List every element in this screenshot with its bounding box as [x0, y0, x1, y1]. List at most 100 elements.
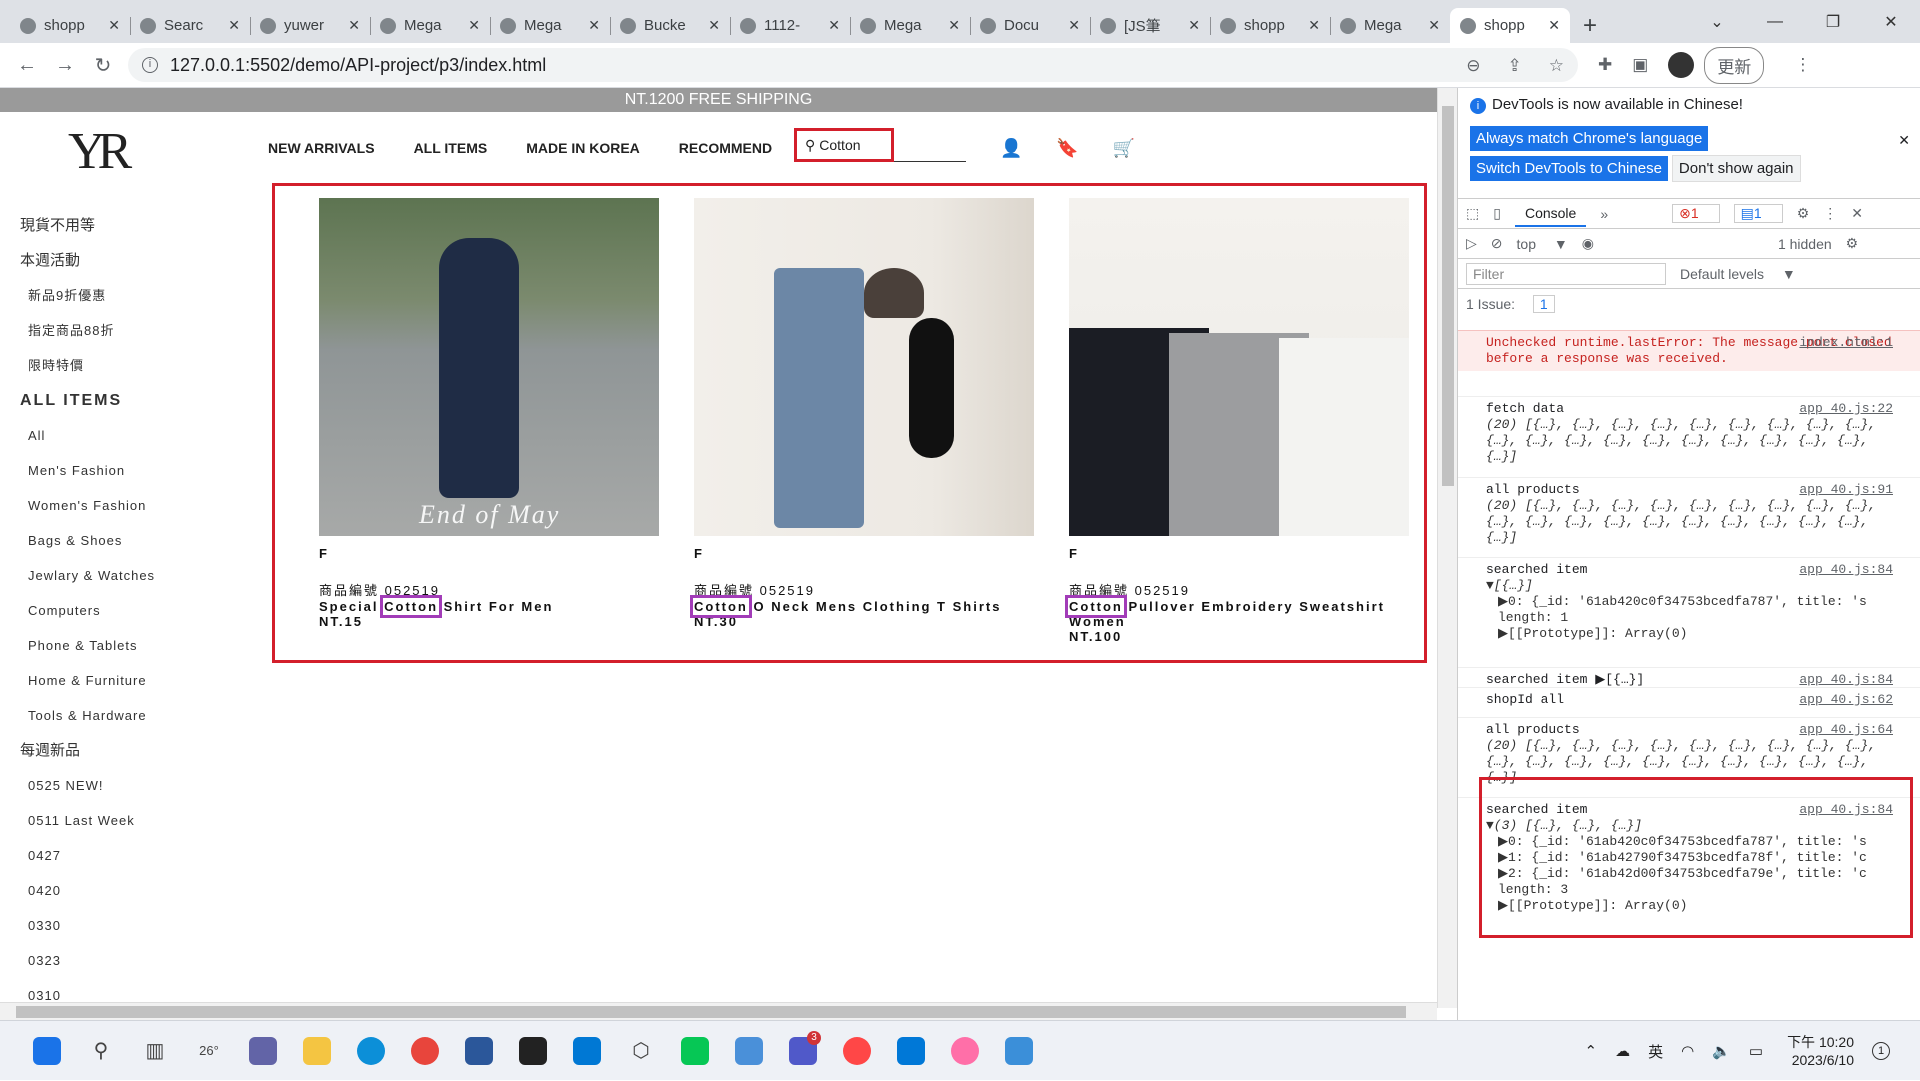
file-explorer-icon[interactable] — [293, 1027, 341, 1075]
restore-button[interactable]: ❐ — [1804, 0, 1862, 43]
browser-tab[interactable]: Mega ✕ — [850, 8, 970, 43]
extensions-icon[interactable]: ✚ — [1598, 55, 1612, 75]
tab-close-icon[interactable]: ✕ — [828, 17, 840, 34]
issues-label[interactable]: 1 Issue: 1 — [1466, 294, 1569, 313]
log-body[interactable]: (20) [{…}, {…}, {…}, {…}, {…}, {…}, {…},… — [1486, 498, 1897, 546]
browser-tab[interactable]: [JS筆 ✕ — [1090, 8, 1210, 43]
sidebar-item[interactable]: 指定商品88折 — [20, 313, 155, 348]
reload-icon[interactable]: ↻ — [84, 53, 122, 78]
log-body[interactable]: ▼[{…}] — [1486, 578, 1897, 594]
ea-icon[interactable] — [833, 1027, 881, 1075]
log-body[interactable]: (20) [{…}, {…}, {…}, {…}, {…}, {…}, {…},… — [1486, 417, 1897, 465]
tab-close-icon[interactable]: ✕ — [1428, 17, 1440, 34]
tray-chevron-icon[interactable]: ⌃ — [1585, 1042, 1598, 1060]
product-title[interactable]: Special Cotton Shirt For Men — [319, 595, 659, 618]
browser-tab[interactable]: shopp ✕ — [10, 8, 130, 43]
sidebar-item[interactable]: 0420 — [20, 873, 155, 908]
match-language-button[interactable]: Always match Chrome's language — [1470, 126, 1709, 151]
notification-badge[interactable]: 1 — [1872, 1042, 1890, 1060]
error-count-badge[interactable]: ⊗1 — [1672, 204, 1720, 223]
minimize-button[interactable]: — — [1746, 0, 1804, 43]
browser-tab[interactable]: Docu ✕ — [970, 8, 1090, 43]
sidebar-item[interactable]: 每週新品 — [20, 733, 155, 768]
wifi-icon[interactable]: ◠ — [1681, 1042, 1694, 1060]
log-source-link[interactable]: app_40.js:62 — [1799, 692, 1893, 708]
new-tab-button[interactable]: + — [1570, 8, 1610, 43]
log-entry[interactable]: ▶0: {_id: '61ab420c0f34753bcedfa787', ti… — [1486, 594, 1897, 610]
console-message[interactable]: fetch data app_40.js:22 (20) [{…}, {…}, {…… — [1458, 396, 1920, 469]
browser-tab[interactable]: yuwer ✕ — [250, 8, 370, 43]
browser-tab[interactable]: Mega ✕ — [490, 8, 610, 43]
close-devtools-icon[interactable]: ✕ — [1851, 205, 1863, 222]
search-taskbar-icon[interactable]: ⚲ — [77, 1027, 125, 1075]
sidebar-item[interactable]: Tools & Hardware — [20, 698, 155, 733]
context-select[interactable]: top ▼ — [1517, 236, 1568, 252]
console-message[interactable]: shopId all app_40.js:62 — [1458, 687, 1920, 712]
kebab-icon[interactable]: ⋮ — [1823, 205, 1837, 222]
mail-icon[interactable] — [563, 1027, 611, 1075]
product-title[interactable]: Cotton Pullover Embroidery Sweatshirt Wo… — [1065, 595, 1409, 629]
side-panel-icon[interactable]: ▣ — [1632, 55, 1648, 75]
nav-item[interactable]: RECOMMEND — [679, 140, 772, 156]
photos-icon[interactable] — [995, 1027, 1043, 1075]
sidebar-item[interactable]: 本週活動 — [20, 243, 155, 278]
sidebar-item[interactable]: 新品9折優惠 — [20, 278, 155, 313]
console-message[interactable]: searched item app_40.js:84 ▼[{…}] ▶0: {_id:… — [1458, 557, 1920, 646]
sidebar-item[interactable]: All — [20, 418, 155, 453]
product-card[interactable]: F 商品編號 052519 Cotton Pullover Embroidery S… — [1065, 198, 1409, 644]
word-icon[interactable] — [455, 1027, 503, 1075]
sidebar-item[interactable]: 限時特價 — [20, 348, 155, 383]
log-entry[interactable]: ▶[[Prototype]]: Array(0) — [1486, 626, 1897, 642]
console-message[interactable]: Unchecked runtime.lastError: The message… — [1458, 330, 1920, 371]
profile-avatar[interactable] — [1668, 52, 1695, 78]
sidebar-item[interactable]: Jewlary & Watches — [20, 558, 155, 593]
chrome-icon[interactable] — [401, 1027, 449, 1075]
product-card[interactable]: End of May F 商品編號 052519 Special Cotton Shi… — [319, 198, 659, 629]
tab-console[interactable]: Console — [1514, 201, 1587, 227]
dont-show-button[interactable]: Don't show again — [1671, 155, 1801, 182]
tab-close-icon[interactable]: ✕ — [468, 17, 480, 34]
teams-icon[interactable]: 3 — [779, 1027, 827, 1075]
browser-tab[interactable]: 1112- ✕ — [730, 8, 850, 43]
log-source-link[interactable]: app_40.js:91 — [1799, 482, 1893, 498]
sidebar-item[interactable]: 0330 — [20, 908, 155, 943]
device-toggle-icon[interactable]: ▯ — [1493, 205, 1501, 222]
info-count-badge[interactable]: ▤1 — [1733, 204, 1783, 223]
vscode-icon[interactable] — [887, 1027, 935, 1075]
sidebar-item[interactable]: 現貨不用等 — [20, 208, 155, 243]
levels-select[interactable]: Default levels ▼ — [1680, 266, 1796, 282]
sidebar-item[interactable]: Home & Furniture — [20, 663, 155, 698]
sidebar-item[interactable]: 0525 NEW! — [20, 768, 155, 803]
tab-search-icon[interactable]: ⌄ — [1688, 0, 1746, 43]
product-title[interactable]: Cotton O Neck Mens Clothing T Shirts — [690, 595, 1034, 618]
log-source-link[interactable]: app_40.js:84 — [1799, 562, 1893, 578]
console-message[interactable]: all products app_40.js:91 (20) [{…}, {…}, … — [1458, 477, 1920, 550]
product-image[interactable] — [1069, 198, 1409, 536]
switch-chinese-button[interactable]: Switch DevTools to Chinese — [1470, 156, 1668, 181]
weather-icon[interactable]: 26° — [185, 1027, 233, 1075]
chat-icon[interactable] — [239, 1027, 287, 1075]
update-button[interactable]: 更新 — [1704, 46, 1765, 84]
close-window-button[interactable]: ✕ — [1862, 0, 1920, 43]
tab-close-icon[interactable]: ✕ — [1308, 17, 1320, 34]
filter-input[interactable]: Filter — [1466, 262, 1666, 285]
tab-close-icon[interactable]: ✕ — [1548, 17, 1560, 34]
inspect-icon[interactable]: ⬚ — [1466, 205, 1479, 222]
product-image[interactable]: End of May — [319, 198, 659, 536]
sidebar-item[interactable]: 0427 — [20, 838, 155, 873]
tab-close-icon[interactable]: ✕ — [588, 17, 600, 34]
menu-icon[interactable]: ⋮ — [1794, 55, 1811, 75]
sidebar-item[interactable]: 0323 — [20, 943, 155, 978]
task-view-icon[interactable]: ▥ — [131, 1027, 179, 1075]
paint-icon[interactable] — [941, 1027, 989, 1075]
sidebar-item[interactable]: Men's Fashion — [20, 453, 155, 488]
log-source-link[interactable]: app_40.js:22 — [1799, 401, 1893, 417]
ime-indicator[interactable]: 英 — [1648, 1041, 1663, 1062]
browser-tab[interactable]: Searc ✕ — [130, 8, 250, 43]
sidebar-item[interactable]: Bags & Shoes — [20, 523, 155, 558]
forward-icon[interactable]: → — [46, 54, 84, 77]
user-icon[interactable]: 👤 — [1000, 138, 1022, 159]
scroll-thumb[interactable] — [16, 1006, 1406, 1018]
sidebar-toggle-icon[interactable]: ▷ — [1466, 235, 1477, 252]
log-source-link[interactable]: index.html:1 — [1799, 335, 1893, 351]
